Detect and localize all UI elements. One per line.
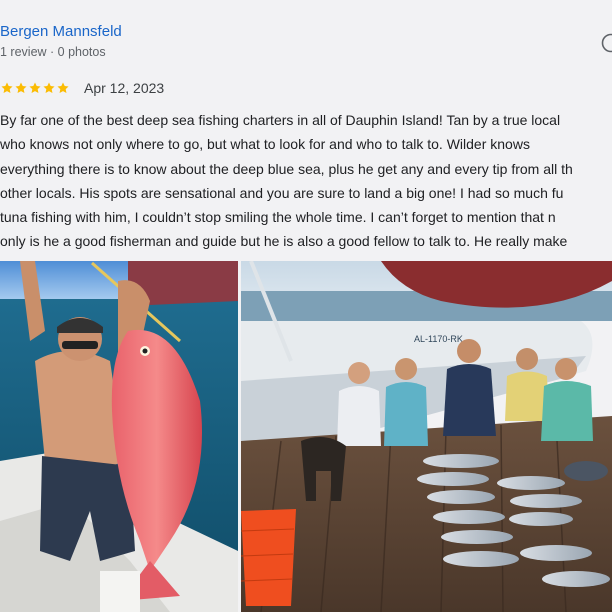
review-photo-group-dock[interactable]: AL-1170-RK	[241, 261, 612, 612]
review-line: everything there is to know about the de…	[0, 160, 573, 177]
review-line: By far one of the best deep sea fishing …	[0, 112, 561, 128]
snapper-photo-illustration	[0, 261, 238, 612]
review-photo-snapper[interactable]	[0, 261, 238, 612]
reviewer-name[interactable]: Bergen Mannsfeld	[0, 23, 122, 40]
review-line: only is he a good fisherman and guide bu…	[0, 233, 568, 250]
dock-photo-illustration: AL-1170-RK	[241, 261, 612, 612]
star-rating	[0, 81, 70, 95]
star-icon	[1, 82, 13, 94]
review-line: other locals. His spots are sensational …	[0, 184, 564, 201]
rating-row: Apr 12, 2023	[0, 79, 164, 97]
star-icon	[15, 82, 27, 94]
star-icon	[43, 82, 55, 94]
boat-registration: AL-1170-RK	[414, 334, 463, 344]
star-icon	[29, 82, 41, 94]
review-card: Bergen Mannsfeld 1 review · 0 photos Apr…	[0, 0, 612, 612]
review-line: tuna fishing with him, I couldn’t stop s…	[0, 209, 556, 226]
review-date: Apr 12, 2023	[84, 80, 165, 96]
review-text: By far one of the best deep sea fishing …	[0, 108, 612, 278]
reviewer-meta: 1 review · 0 photos	[0, 45, 106, 59]
review-line: who knows not only where to go, but what…	[0, 136, 530, 153]
more-options-icon[interactable]	[601, 33, 612, 53]
star-icon	[57, 82, 69, 94]
